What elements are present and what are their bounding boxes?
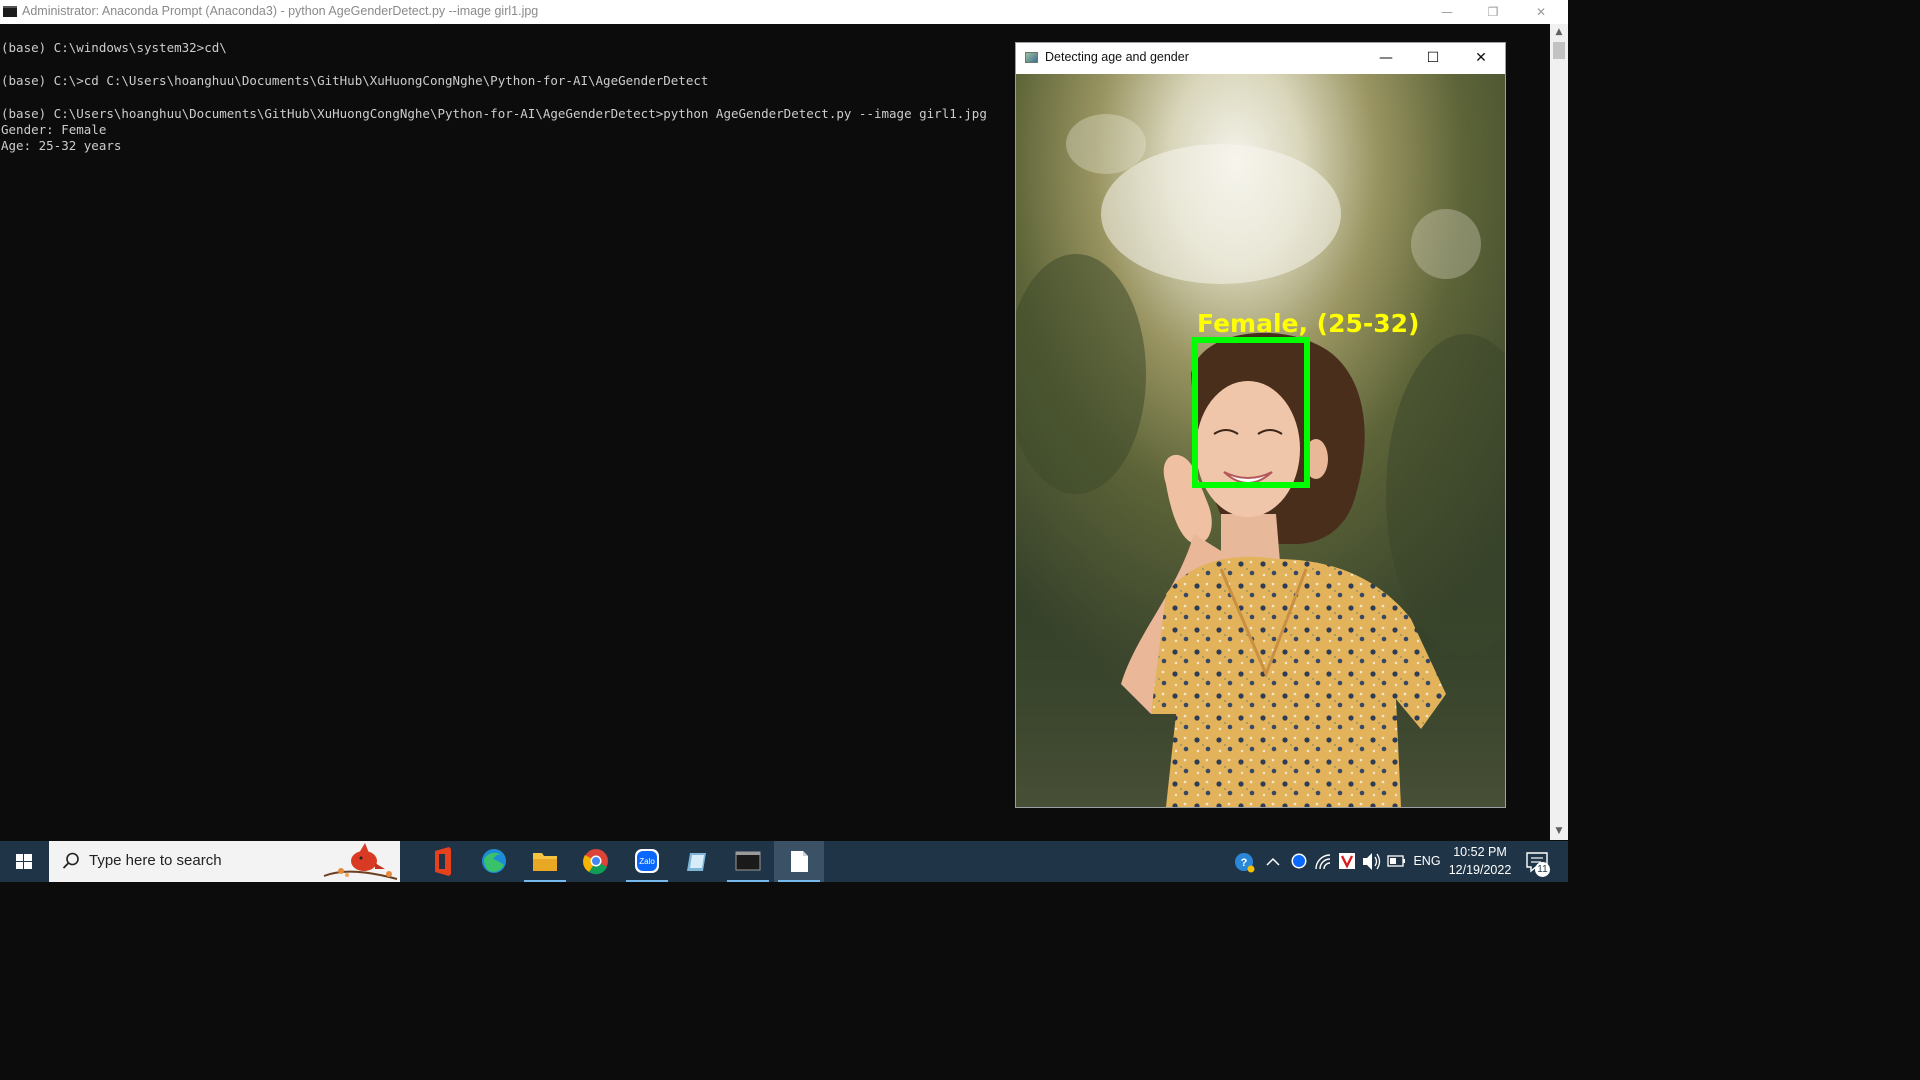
wifi-icon [1315,854,1331,870]
app-running-indicator [778,880,820,882]
search-highlight-cardinal-icon [323,843,398,880]
console-app-icon [3,6,17,17]
taskbar-file-explorer-button[interactable] [520,841,570,882]
console-line-gender: Gender: Female [1,122,107,138]
tray-volume-button[interactable] [1360,841,1382,882]
image-window-title: Detecting age and gender [1045,50,1189,64]
photo-scene: Female, (25-32) [1016,74,1505,807]
tray-show-hidden-button[interactable] [1262,841,1284,882]
search-placeholder: Type here to search [89,852,222,869]
zalo-tray-icon [1291,853,1307,869]
zalo-label: Zalo [639,857,655,866]
image-window[interactable]: Detecting age and gender — ☐ ✕ Female, (… [1015,42,1506,808]
windows-logo-icon [16,854,32,869]
console-line: (base) C:\windows\system32>cd\ [1,40,227,55]
chrome-icon [583,849,608,875]
tray-zalo-button[interactable] [1288,841,1310,882]
image-window-title-bar[interactable]: Detecting age and gender — ☐ ✕ [1016,43,1505,73]
console-title-bar[interactable]: Administrator: Anaconda Prompt (Anaconda… [0,0,1568,25]
svg-text:?: ? [1241,857,1248,869]
scroll-thumb[interactable] [1553,42,1565,59]
taskbar-chrome-button[interactable] [571,841,621,882]
taskbar-terminal-button[interactable] [723,841,773,882]
taskbar-search-box[interactable]: Type here to search [49,841,400,882]
terminal-icon [735,851,761,871]
clock-date: 12/19/2022 [1448,863,1512,877]
console-output-text: (base) C:\windows\system32>cd\ (base) C:… [1,40,987,155]
office-icon [435,847,451,876]
chevron-up-icon [1266,857,1280,866]
console-close-button[interactable]: ✕ [1518,0,1564,24]
tray-vk-button[interactable] [1336,841,1358,882]
console-line-age: Age: 25-32 years [1,138,122,154]
console-window-title: Administrator: Anaconda Prompt (Anaconda… [22,4,539,18]
taskbar-office-button[interactable] [418,841,468,882]
console-restore-button[interactable]: ❐ [1470,0,1516,24]
tray-language[interactable]: ENG [1411,841,1443,882]
start-button[interactable] [0,841,48,882]
console-line: (base) C:\Users\hoanghuu\Documents\GitHu… [1,105,987,121]
search-icon [62,852,79,869]
notes-icon [687,853,706,871]
scroll-down-arrow-icon[interactable]: ▼ [1550,823,1568,840]
document-icon [791,851,808,872]
speaker-icon [1363,853,1381,870]
console-line: (base) C:\>cd C:\Users\hoanghuu\Document… [1,72,709,88]
image-window-close-button[interactable]: ✕ [1458,43,1504,73]
tray-battery-button[interactable] [1385,841,1407,882]
detection-label: Female, (25-32) [1197,309,1419,338]
console-scrollbar[interactable]: ▲ ▼ [1550,24,1568,840]
clock-time: 10:52 PM [1453,845,1507,859]
notification-count-badge: 11 [1535,862,1550,877]
taskbar-notes-button[interactable] [673,841,723,882]
tray-help-button[interactable]: ? [1232,841,1258,882]
scroll-up-arrow-icon[interactable]: ▲ [1550,24,1568,41]
app-running-indicator [524,880,566,882]
battery-icon [1387,855,1405,867]
tray-network-button[interactable] [1312,841,1334,882]
vk-icon [1339,853,1355,869]
console-minimize-button[interactable]: — [1424,0,1470,24]
help-icon: ? [1235,853,1255,873]
app-running-indicator [727,880,769,882]
tray-clock[interactable]: 10:52 PM 12/19/2022 [1444,841,1516,882]
edge-icon [482,849,506,873]
app-running-indicator [626,880,668,882]
taskbar-document-button[interactable] [774,841,824,882]
taskbar-zalo-button[interactable]: Zalo [622,841,672,882]
image-window-maximize-button[interactable]: ☐ [1410,43,1456,73]
taskbar-edge-button[interactable] [469,841,519,882]
detection-image: Female, (25-32) [1016,74,1505,807]
file-explorer-icon [533,853,557,871]
taskbar: Type here to search Zalo ? ENG 10:52 PM … [0,841,1568,882]
image-window-minimize-button[interactable]: — [1363,43,1409,73]
zalo-icon: Zalo [635,849,659,873]
image-window-icon [1025,52,1038,63]
